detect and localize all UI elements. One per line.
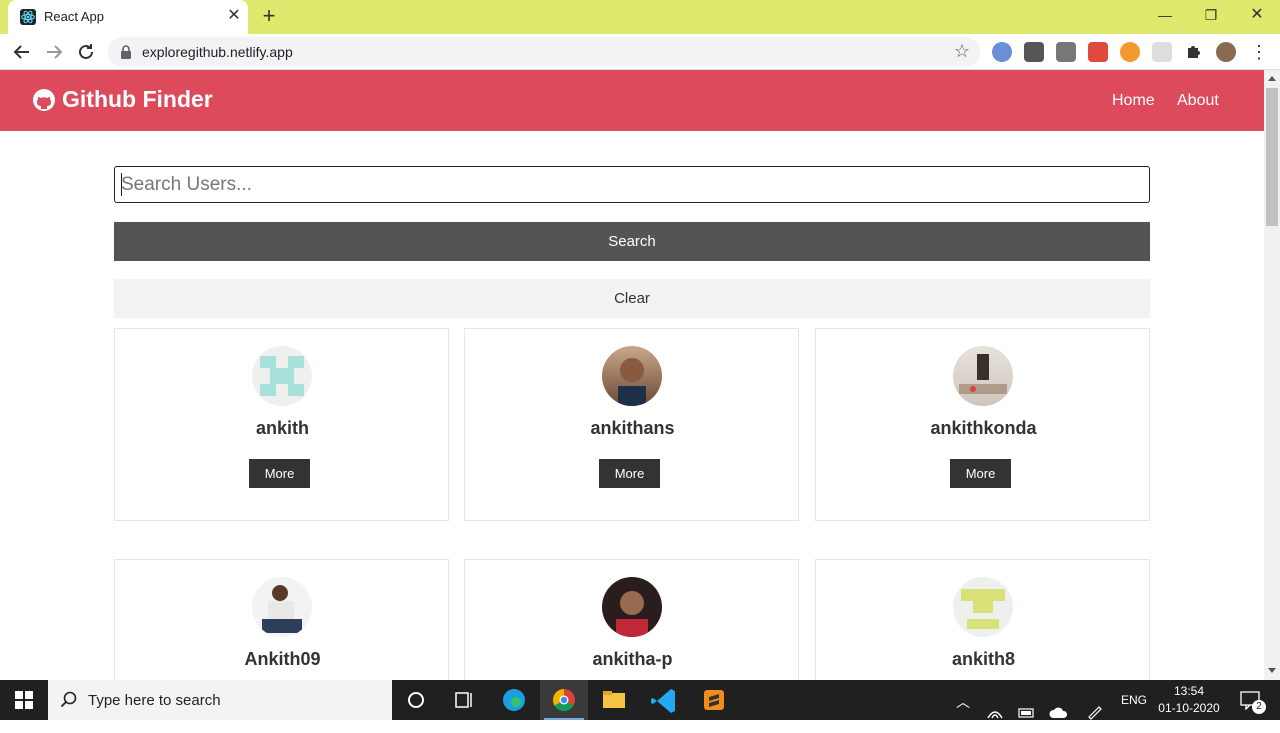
more-button[interactable]: More [249, 459, 310, 488]
nav-about[interactable]: About [1177, 92, 1219, 110]
text-caret [121, 173, 122, 196]
close-window-icon[interactable]: ✕ [1234, 0, 1280, 30]
user-login: Ankith09 [244, 649, 321, 669]
address-bar[interactable]: exploregithub.netlify.app ☆ [108, 37, 980, 67]
page-scrollbar[interactable] [1264, 70, 1280, 680]
vscode-icon[interactable] [640, 680, 688, 720]
browser-tab[interactable]: React App ✕ [8, 0, 248, 34]
search-button[interactable]: Search [114, 222, 1150, 261]
show-hidden-icons-icon[interactable]: ︿ [956, 692, 970, 732]
extension-icon[interactable] [1088, 42, 1108, 62]
puzzle-extensions-icon[interactable] [1184, 42, 1204, 62]
tab-title: React App [44, 9, 104, 24]
scroll-down-icon[interactable] [1268, 668, 1276, 673]
user-card: ankith8 [815, 559, 1150, 680]
brand-title: Github Finder [62, 86, 213, 112]
extension-icon[interactable] [1120, 42, 1140, 62]
user-card: ankithans More [464, 328, 799, 521]
chrome-icon [553, 689, 575, 711]
user-login: ankith [255, 418, 309, 438]
user-card: Ankith09 [114, 559, 449, 680]
restore-icon[interactable]: ❐ [1188, 0, 1234, 30]
extension-icon[interactable] [1152, 42, 1172, 62]
new-tab-button[interactable]: + [256, 4, 282, 30]
react-logo-icon [20, 9, 36, 25]
clear-button[interactable]: Clear [114, 279, 1150, 318]
extension-icon[interactable] [992, 42, 1012, 62]
user-card: ankithkonda More [815, 328, 1150, 521]
windows-start-icon[interactable] [0, 680, 48, 720]
user-card: ankith More [114, 328, 449, 521]
search-input[interactable] [114, 166, 1150, 203]
tab-close-icon[interactable]: ✕ [224, 6, 244, 26]
file-explorer-icon[interactable] [590, 680, 638, 720]
more-button[interactable]: More [950, 459, 1011, 488]
profile-avatar[interactable] [1216, 42, 1236, 62]
browser-toolbar: exploregithub.netlify.app ☆ ⋮ [0, 34, 1280, 70]
task-view-icon[interactable] [440, 680, 488, 720]
user-login: ankithkonda [930, 418, 1037, 438]
taskbar-clock[interactable]: 13:54 01-10-2020 [1150, 683, 1228, 717]
user-login: ankithans [590, 418, 675, 438]
avatar [953, 577, 1013, 637]
extension-icon[interactable] [1024, 42, 1044, 62]
avatar [602, 577, 662, 637]
menu-dots-icon[interactable]: ⋮ [1250, 42, 1268, 62]
nav-home[interactable]: Home [1112, 92, 1155, 110]
user-login: ankith8 [951, 649, 1016, 669]
forward-arrow-icon[interactable] [42, 40, 66, 64]
clock-time: 13:54 [1173, 684, 1205, 698]
user-card: ankitha-p [464, 559, 799, 680]
brand[interactable]: Github Finder [32, 86, 213, 113]
search-icon [60, 691, 77, 708]
bookmark-star-icon[interactable]: ☆ [954, 41, 970, 62]
sublime-text-icon[interactable] [690, 680, 738, 720]
avatar [953, 346, 1013, 406]
wifi-icon[interactable] [986, 692, 1004, 732]
language-indicator[interactable]: ENG [1121, 693, 1147, 733]
clock-date: 01-10-2020 [1158, 701, 1220, 715]
avatar [252, 346, 312, 406]
chrome-taskbar-button[interactable] [540, 680, 588, 720]
browser-tab-strip: React App ✕ + — ❐ ✕ [0, 0, 1280, 34]
taskbar-search-box[interactable]: Type here to search [48, 680, 392, 720]
cortana-icon[interactable] [392, 680, 440, 720]
onedrive-icon[interactable] [1049, 693, 1069, 733]
minimize-icon[interactable]: — [1142, 0, 1188, 30]
github-icon [33, 88, 55, 111]
user-login: ankitha-p [592, 649, 673, 669]
avatar [252, 577, 312, 637]
action-center-button[interactable]: 2 [1230, 680, 1280, 720]
url-text: exploregithub.netlify.app [142, 44, 293, 60]
page-viewport: Github Finder Home About Search Clear an… [0, 70, 1264, 680]
scroll-thumb[interactable] [1266, 88, 1278, 226]
extension-icon[interactable] [1056, 42, 1076, 62]
lock-icon [121, 45, 131, 59]
more-button[interactable]: More [599, 459, 660, 488]
avatar [602, 346, 662, 406]
windows-taskbar: Type here to search ︿ ENG 13:54 01-10-20… [0, 680, 1280, 720]
taskbar-search-text: Type here to search [88, 692, 221, 709]
battery-icon[interactable] [1018, 693, 1036, 733]
pen-workspace-icon[interactable] [1086, 692, 1104, 732]
app-navbar: Github Finder Home About [0, 70, 1264, 131]
edge-browser-icon[interactable] [490, 680, 538, 720]
notification-count-badge: 2 [1252, 700, 1266, 714]
reload-icon[interactable] [74, 40, 98, 64]
scroll-up-icon[interactable] [1268, 76, 1276, 81]
back-arrow-icon[interactable] [10, 40, 34, 64]
